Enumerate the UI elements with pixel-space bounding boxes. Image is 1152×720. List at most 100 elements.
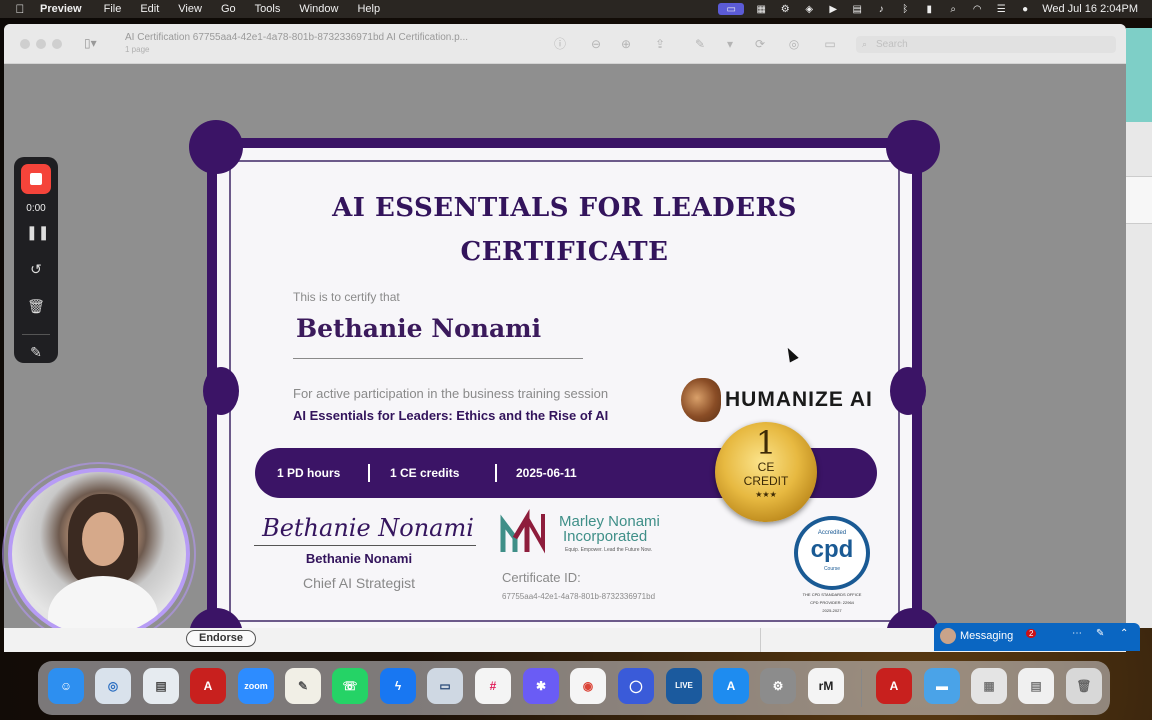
signer-title: Chief AI Strategist xyxy=(302,575,416,591)
whatsapp-icon[interactable]: ☏ xyxy=(332,668,368,704)
photos-icon[interactable]: ▭ xyxy=(427,668,463,704)
dock: ☺ ◎ ▤ A zoom ✎ ☏ ϟ ▭ # ✱ ◉ ◯ LIVE A ⚙ rM… xyxy=(38,661,1110,715)
messaging-bar[interactable]: Messaging 2 ⋯ ✎ ⌃ xyxy=(934,623,1140,651)
recording-timer: 0:00 xyxy=(26,203,46,214)
menu-go[interactable]: Go xyxy=(221,3,236,15)
signal-icon[interactable]: ◯ xyxy=(618,668,654,704)
screen-recorder-toolbar: 0:00 ❚❚ ↺ 🗑 ✎ xyxy=(14,157,58,363)
presenter-face xyxy=(82,512,124,566)
marley-nonami-logo: Marley Nonami Incorporated Equip. Empowe… xyxy=(499,508,679,558)
signer-name: Bethanie Nonami xyxy=(305,551,413,566)
seal-number: 1 xyxy=(755,424,777,462)
more-icon[interactable]: ⋯ xyxy=(1072,628,1082,639)
minimize-window-button[interactable] xyxy=(36,39,46,49)
sidebar-toggle-icon[interactable]: ▯▾ xyxy=(84,36,97,50)
acrobat-doc-icon[interactable]: A xyxy=(876,668,912,704)
name-underline xyxy=(293,358,583,359)
play-icon[interactable]: ▶ xyxy=(826,3,840,15)
stop-recording-button[interactable] xyxy=(21,164,51,194)
slack-icon[interactable]: # xyxy=(475,668,511,704)
zoom-window-button[interactable] xyxy=(52,39,62,49)
issue-date: 2025-06-11 xyxy=(516,466,577,480)
cpd-course: Course xyxy=(823,566,841,572)
certificate-id: 67755aa4-42e1-4a78-801b-8732336971bd xyxy=(502,592,656,601)
menu-edit[interactable]: Edit xyxy=(140,3,159,15)
screenshot-stack-icon[interactable]: ▦ xyxy=(971,668,1007,704)
seal-line1: CE xyxy=(757,460,775,474)
search-icon: ⌕ xyxy=(862,39,868,49)
chrome-icon[interactable]: ◉ xyxy=(570,668,606,704)
document-title: AI Certification 67755aa4-42e1-4a78-801b… xyxy=(125,32,469,43)
creative-cloud-icon[interactable]: ◈ xyxy=(802,3,816,15)
webcam-bubble[interactable] xyxy=(8,468,190,640)
pd-hours: 1 PD hours xyxy=(277,466,341,480)
corner-ornament xyxy=(886,120,940,174)
signature-line xyxy=(254,545,476,546)
endorse-button[interactable]: Endorse xyxy=(186,630,256,647)
wifi-icon[interactable]: ◠ xyxy=(970,3,984,15)
messenger-icon[interactable]: ϟ xyxy=(380,668,416,704)
certificate-title-line2: CERTIFICATE xyxy=(460,237,669,267)
volume-icon[interactable]: ♪ xyxy=(874,3,888,15)
acrobat-icon[interactable]: A xyxy=(190,668,226,704)
markup-dropdown-icon[interactable]: ▾ xyxy=(722,36,738,52)
share-icon[interactable]: ⇪ xyxy=(652,36,668,52)
pages-icon[interactable]: ✎ xyxy=(285,668,321,704)
battery-icon[interactable]: ▮ xyxy=(922,3,936,15)
preview-app-icon[interactable]: ▤ xyxy=(143,668,179,704)
cpd-ring: Accredited cpd Course xyxy=(794,516,870,590)
status-app-icon[interactable]: ▦ xyxy=(754,3,768,15)
bluetooth-icon[interactable]: ᛒ xyxy=(898,3,912,15)
zoom-in-icon[interactable]: ⊕ xyxy=(618,36,634,52)
zoom-app-icon[interactable]: zoom xyxy=(238,668,274,704)
menubar-clock[interactable]: Wed Jul 16 2:04PM xyxy=(1042,3,1138,15)
safari-icon[interactable]: ◎ xyxy=(95,668,131,704)
band-divider xyxy=(495,464,497,482)
system-settings-icon[interactable]: ⚙ xyxy=(760,668,796,704)
compose-icon[interactable]: ✎ xyxy=(1096,628,1104,639)
band-divider xyxy=(368,464,370,482)
annotate-icon[interactable]: ◎ xyxy=(786,36,802,52)
display-icon[interactable]: ▤ xyxy=(850,3,864,15)
user-icon[interactable]: ● xyxy=(1018,3,1032,15)
dock-divider xyxy=(861,669,862,707)
window-titlebar: ▯▾ AI Certification 67755aa4-42e1-4a78-8… xyxy=(4,24,1126,64)
menu-view[interactable]: View xyxy=(178,3,202,15)
apple-icon[interactable]:  xyxy=(0,2,40,16)
trash-can-icon[interactable]: 🗑 xyxy=(1066,668,1102,704)
screen-record-icon[interactable]: ▭ xyxy=(718,3,745,15)
menu-app-name[interactable]: Preview xyxy=(40,3,82,15)
chevron-up-icon[interactable]: ⌃ xyxy=(1120,628,1128,639)
menu-tools[interactable]: Tools xyxy=(255,3,281,15)
zoom-out-icon[interactable]: ⊖ xyxy=(588,36,604,52)
app-store-icon[interactable]: A xyxy=(713,668,749,704)
corner-ornament xyxy=(189,120,243,174)
search-placeholder: Search xyxy=(876,39,908,50)
form-fill-icon[interactable]: ▭ xyxy=(822,36,838,52)
control-center-icon[interactable]: ☰ xyxy=(994,3,1008,15)
menu-help[interactable]: Help xyxy=(357,3,380,15)
pause-icon[interactable]: ❚❚ xyxy=(26,223,49,241)
close-window-button[interactable] xyxy=(20,39,30,49)
trash-icon[interactable]: 🗑 xyxy=(26,297,46,315)
document-stack-icon[interactable]: ▤ xyxy=(1018,668,1054,704)
markup-pen-icon[interactable]: ✎ xyxy=(692,36,708,52)
cpd-years: 2025-2027 xyxy=(822,608,842,613)
live-app-icon[interactable]: LIVE xyxy=(666,668,702,704)
perplexity-icon[interactable]: ✱ xyxy=(523,668,559,704)
draw-icon[interactable]: ✎ xyxy=(26,343,46,361)
restart-icon[interactable]: ↺ xyxy=(26,260,46,278)
folder-icon[interactable]: ▬ xyxy=(924,668,960,704)
finder-icon[interactable]: ☺ xyxy=(48,668,84,704)
menu-window[interactable]: Window xyxy=(299,3,338,15)
signature: Bethanie Nonami xyxy=(262,514,474,542)
rotate-icon[interactable]: ⟳ xyxy=(752,36,768,52)
settings-status-icon[interactable]: ⚙ xyxy=(778,3,792,15)
search-field[interactable]: ⌕ Search xyxy=(856,36,1116,53)
remarkable-icon[interactable]: rM xyxy=(808,668,844,704)
spotlight-search-icon[interactable]: ⌕ xyxy=(946,3,960,15)
cpd-footer: THE CPD STANDARDS OFFICE xyxy=(802,592,862,597)
info-icon[interactable]: ⓘ xyxy=(552,36,568,52)
certificate-title-line1: AI ESSENTIALS FOR LEADERS xyxy=(332,193,797,223)
menu-file[interactable]: File xyxy=(104,3,122,15)
